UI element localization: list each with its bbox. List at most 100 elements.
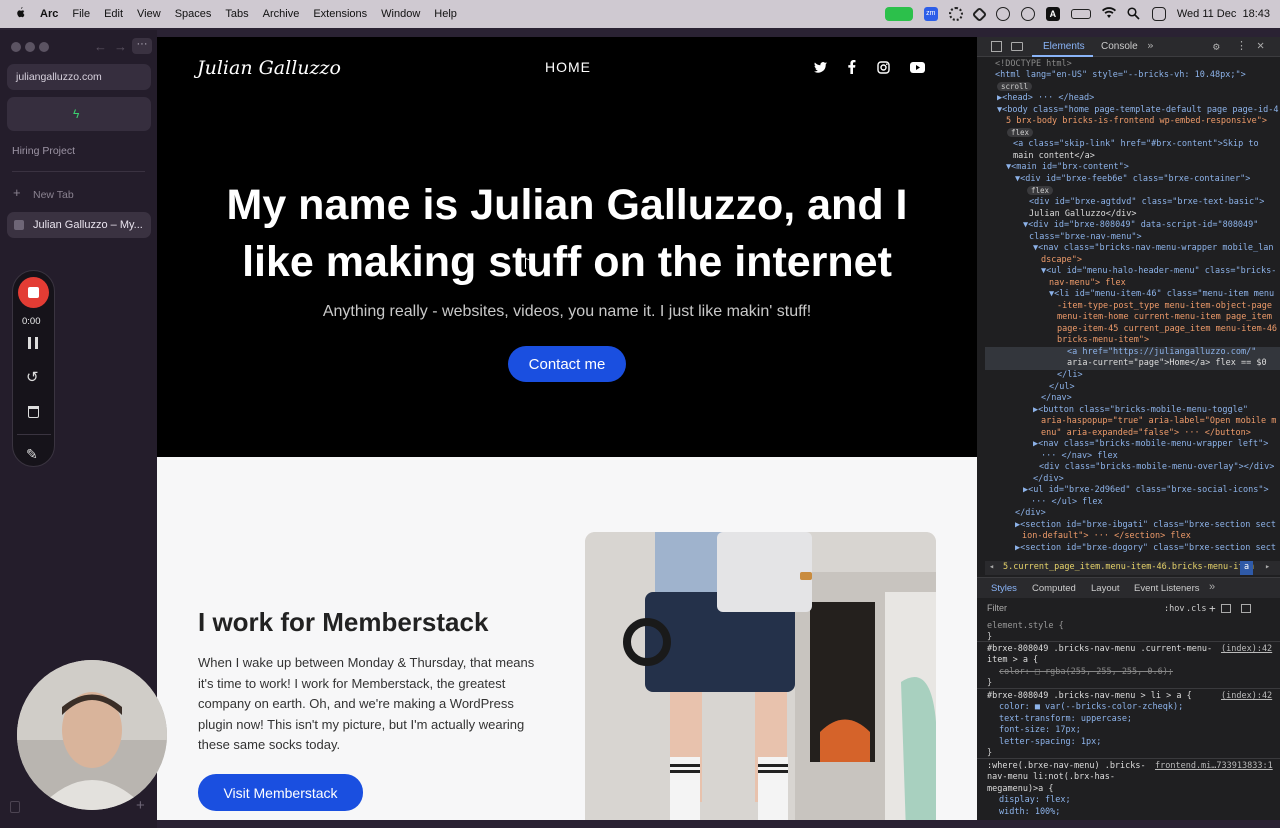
apple-menu-icon[interactable] xyxy=(14,6,26,22)
dom-line[interactable]: 5 brx-body bricks-is-frontend wp-embed-r… xyxy=(1006,116,1267,128)
dom-line[interactable]: class="brxe-nav-menu"> xyxy=(1029,232,1142,244)
kebab-menu-icon[interactable]: ⋮ xyxy=(1236,39,1247,52)
more-options-icon[interactable]: ··· xyxy=(132,38,152,54)
new-tab-button[interactable]: New Tab xyxy=(33,189,74,201)
dom-line[interactable]: dscape"> xyxy=(1041,255,1082,267)
menu-edit[interactable]: Edit xyxy=(104,8,123,20)
more-tabs-icon[interactable]: » xyxy=(1147,39,1154,52)
visit-memberstack-button[interactable]: Visit Memberstack xyxy=(198,774,363,811)
dom-line[interactable]: ▼<div id="brxe-808049" data-script-id="8… xyxy=(1023,220,1258,232)
dom-line[interactable]: </li> xyxy=(1057,370,1083,382)
style-declaration[interactable]: color: ■ var(--bricks-color-zcheqk); xyxy=(999,702,1183,714)
trash-icon[interactable] xyxy=(28,406,39,418)
menu-archive[interactable]: Archive xyxy=(263,8,300,20)
settings-gear-icon[interactable]: ⚙ xyxy=(1213,40,1220,53)
dom-line[interactable]: ▼<div id="brxe-feeb6e" class="brxe-conta… xyxy=(1015,174,1250,186)
menu-extensions[interactable]: Extensions xyxy=(313,8,367,20)
class-toggle[interactable]: .cls xyxy=(1186,604,1206,614)
control-center-icon[interactable] xyxy=(1151,7,1166,21)
dom-line[interactable]: ▶<section id="brxe-ibgati" class="brxe-s… xyxy=(1015,520,1276,532)
inspect-element-icon[interactable] xyxy=(991,41,1002,52)
archive-icon[interactable] xyxy=(10,801,20,813)
breadcrumb-path[interactable]: 5.current_page_item.menu-item-46.bricks-… xyxy=(1003,562,1254,572)
dom-line[interactable]: <div id="brxe-agtdvd" class="brxe-text-b… xyxy=(1029,197,1264,209)
selected-dom-line[interactable]: <a href="https://juliangalluzzo.com/" xyxy=(985,347,1280,359)
twitter-icon[interactable] xyxy=(813,60,827,74)
more-style-tabs-icon[interactable]: » xyxy=(1209,581,1215,593)
tab-event-listeners[interactable]: Event Listeners xyxy=(1134,583,1199,594)
style-declaration[interactable]: text-transform: uppercase; xyxy=(999,714,1132,726)
menu-help[interactable]: Help xyxy=(434,8,457,20)
add-rule-icon[interactable]: + xyxy=(1209,602,1216,615)
style-selector[interactable]: megamenu)>a { xyxy=(987,784,1054,796)
style-declaration[interactable]: display: flex; xyxy=(999,795,1071,807)
dom-line[interactable]: nav-menu"> flex xyxy=(1049,278,1126,290)
close-devtools-icon[interactable]: ✕ xyxy=(1257,38,1264,52)
dom-line[interactable]: <a class="skip-link" href="#brx-content"… xyxy=(1013,139,1259,151)
dom-line[interactable]: -item-type-post_type menu-item-object-pa… xyxy=(1057,301,1272,313)
tab-elements[interactable]: Elements xyxy=(1043,41,1085,52)
menu-window[interactable]: Window xyxy=(381,8,420,20)
pin-icon[interactable] xyxy=(971,6,988,22)
window-close-button[interactable] xyxy=(11,42,21,52)
dom-line[interactable]: <div class="bricks-mobile-menu-overlay">… xyxy=(1039,462,1274,474)
wifi-icon[interactable] xyxy=(1101,7,1116,21)
selected-dom-line[interactable]: aria-current="page">Home</a> flex == $0 xyxy=(985,358,1280,370)
back-arrow-icon[interactable]: ← xyxy=(94,39,107,54)
contact-me-button[interactable]: Contact me xyxy=(508,346,626,382)
user-circle-icon[interactable] xyxy=(1020,7,1035,21)
dom-line[interactable]: main content</a> xyxy=(1013,151,1095,163)
paint-icon[interactable] xyxy=(1221,604,1231,613)
bolt-icon[interactable]: ϟ xyxy=(73,107,79,121)
dom-line[interactable]: Julian Galluzzo</div> xyxy=(1029,209,1136,221)
dom-line[interactable]: ▶<ul id="brxe-2d96ed" class="brxe-social… xyxy=(1023,485,1269,497)
play-circle-icon[interactable] xyxy=(995,7,1010,21)
dom-line[interactable]: ▶<button class="bricks-mobile-menu-toggl… xyxy=(1033,405,1248,417)
dom-line[interactable]: <!DOCTYPE html> xyxy=(995,59,1072,71)
dom-line[interactable]: page-item-45 current_page_item menu-item… xyxy=(1057,324,1277,336)
window-zoom-button[interactable] xyxy=(39,42,49,52)
scroll-badge[interactable]: scroll xyxy=(997,82,1033,91)
search-icon[interactable] xyxy=(1127,7,1141,21)
plus-icon[interactable]: + xyxy=(13,185,21,200)
styles-filter-input[interactable]: Filter xyxy=(987,603,1167,616)
battery-icon[interactable] xyxy=(1070,9,1091,19)
extension-strip[interactable]: ϟ xyxy=(7,97,151,131)
dom-line[interactable]: ▼<li id="menu-item-46" class="menu-item … xyxy=(1049,289,1274,301)
app-menu-arc[interactable]: Arc xyxy=(40,8,58,20)
dom-line[interactable]: </div> xyxy=(1033,474,1064,486)
style-line[interactable]: element.style { xyxy=(987,621,1064,633)
tab-computed[interactable]: Computed xyxy=(1032,583,1076,594)
menu-view[interactable]: View xyxy=(137,8,161,20)
breadcrumb-right-arrow-icon[interactable]: ▸ xyxy=(1265,562,1270,572)
tab-styles[interactable]: Styles xyxy=(991,583,1017,594)
dom-line[interactable]: menu-item-home current-menu-item page_it… xyxy=(1057,312,1272,324)
menubar-clock[interactable]: Wed 11 Dec 18:43 xyxy=(1177,8,1270,20)
dom-line[interactable]: ▶<head> ··· </head> xyxy=(997,93,1094,105)
style-declaration[interactable]: color: □ rgba(255, 255, 255, 0.6); xyxy=(999,667,1173,679)
dom-line[interactable]: ··· </nav> flex xyxy=(1041,451,1118,463)
dom-line[interactable]: ▶<nav class="bricks-mobile-menu-wrapper … xyxy=(1033,439,1268,451)
dom-line[interactable]: </nav> xyxy=(1041,393,1072,405)
facetime-camera-icon[interactable] xyxy=(884,7,913,21)
tab-layout[interactable]: Layout xyxy=(1091,583,1120,594)
settings-gear-icon[interactable] xyxy=(948,7,963,21)
style-selector[interactable]: #brxe-808049 .bricks-nav-menu > li > a { xyxy=(987,691,1192,703)
pause-icon[interactable] xyxy=(28,337,38,349)
flex-badge[interactable]: flex xyxy=(1007,128,1034,137)
sidebar-toggle-icon[interactable] xyxy=(1241,604,1251,613)
nav-home-link[interactable]: HOME xyxy=(545,59,591,75)
breadcrumb-left-arrow-icon[interactable]: ◂ xyxy=(989,562,994,572)
dom-line[interactable]: </ul> xyxy=(1049,382,1075,394)
url-bar[interactable]: juliangalluzzo.com xyxy=(7,64,151,90)
forward-arrow-icon[interactable]: → xyxy=(114,39,127,54)
pencil-icon[interactable]: ✎ xyxy=(26,446,38,463)
input-source-icon[interactable]: A xyxy=(1045,7,1060,21)
active-tab[interactable]: Julian Galluzzo – My... xyxy=(7,212,151,238)
menu-tabs[interactable]: Tabs xyxy=(225,8,248,20)
menu-spaces[interactable]: Spaces xyxy=(175,8,212,20)
dom-line[interactable]: ▼<main id="brx-content"> xyxy=(1006,162,1129,174)
dom-line[interactable]: ▼<body class="home page-template-default… xyxy=(997,105,1278,117)
hover-state-toggle[interactable]: :hov xyxy=(1164,604,1184,614)
youtube-icon[interactable] xyxy=(909,60,925,74)
